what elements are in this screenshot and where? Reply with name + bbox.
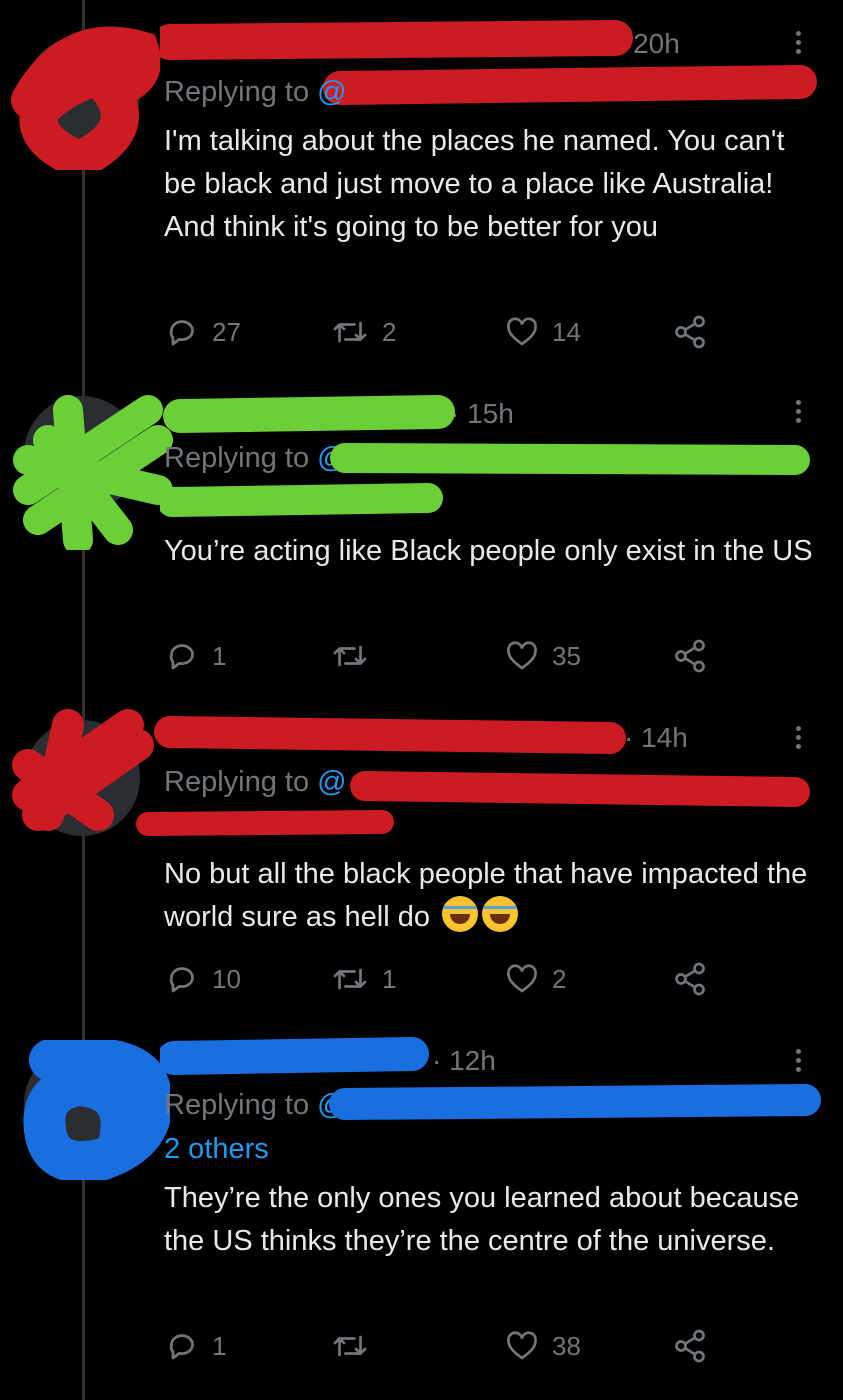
tweet-text: You’re acting like Black people only exi…	[164, 535, 813, 567]
reply-button[interactable]: 10	[164, 957, 241, 1001]
like-count: 2	[552, 963, 567, 994]
mention-link[interactable]: @	[317, 76, 346, 108]
replying-label: Replying to	[164, 76, 310, 108]
share-icon	[675, 1329, 705, 1363]
tweet-time[interactable]: · 20h	[616, 28, 680, 60]
tweet-text: I'm talking about the places he named. Y…	[164, 125, 785, 243]
retweet-button[interactable]: 1	[330, 957, 396, 1001]
like-icon	[507, 317, 537, 346]
retweet-button[interactable]	[330, 634, 382, 678]
tears-of-joy-emoji	[442, 896, 479, 932]
retweet-icon	[333, 1335, 367, 1357]
retweet-count: 2	[382, 316, 397, 347]
like-icon	[507, 964, 537, 993]
thread-line	[82, 0, 85, 1400]
avatar[interactable]	[24, 396, 140, 512]
action-bar: 1 38	[164, 1324, 724, 1368]
tweet-time[interactable]: · 15h	[450, 398, 514, 430]
tweet-text: They’re the only ones you learned about …	[164, 1182, 800, 1257]
reply-button[interactable]: 27	[164, 310, 241, 354]
tweet-text: No but all the black people that have im…	[164, 853, 824, 939]
like-count: 38	[552, 1330, 581, 1361]
share-button[interactable]	[672, 634, 708, 678]
replying-label: Replying to	[164, 442, 310, 474]
tweet-time[interactable]: · 12h	[432, 1045, 496, 1077]
like-button[interactable]: 14	[504, 310, 581, 354]
more-icon[interactable]	[783, 27, 813, 63]
avatar[interactable]	[24, 720, 140, 836]
reply-button[interactable]: 1	[164, 634, 226, 678]
reply-icon	[169, 644, 194, 670]
action-bar: 1 35	[164, 634, 724, 678]
tweet-time[interactable]: · 14h	[624, 722, 688, 754]
retweet-icon	[333, 645, 367, 667]
replying-to: Replying to @	[164, 766, 347, 799]
reply-count: 27	[212, 316, 241, 347]
mention-link[interactable]: @	[317, 766, 346, 798]
share-icon	[675, 962, 705, 996]
more-icon[interactable]	[783, 396, 813, 432]
replying-to: Replying to @	[164, 1089, 347, 1122]
share-button[interactable]	[672, 310, 708, 354]
share-button[interactable]	[672, 1324, 708, 1368]
like-icon	[507, 1331, 537, 1360]
reply-count: 1	[212, 1330, 227, 1361]
share-icon	[675, 315, 705, 349]
avatar[interactable]	[24, 1046, 140, 1162]
action-bar: 10 1 2	[164, 957, 724, 1001]
like-icon	[507, 641, 537, 670]
reply-count: 10	[212, 963, 241, 994]
retweet-count: 1	[382, 963, 397, 994]
mention-link[interactable]: @	[317, 1089, 346, 1121]
replying-label: Replying to	[164, 1089, 310, 1121]
like-button[interactable]: 38	[504, 1324, 581, 1368]
action-bar: 27 2 14	[164, 310, 724, 354]
reply-icon	[169, 320, 194, 346]
like-count: 14	[552, 316, 581, 347]
mention-link[interactable]: @	[317, 442, 346, 474]
more-icon[interactable]	[783, 1045, 813, 1081]
like-button[interactable]: 2	[504, 957, 566, 1001]
reply-icon	[169, 967, 194, 993]
share-icon	[675, 639, 705, 673]
reply-count: 1	[212, 640, 227, 671]
avatar[interactable]	[24, 36, 140, 152]
others-link[interactable]: 2 others	[164, 1133, 269, 1166]
replying-to: Replying to @	[164, 442, 347, 475]
more-icon[interactable]	[783, 722, 813, 758]
like-button[interactable]: 35	[504, 634, 581, 678]
replying-to: Replying to @	[164, 76, 347, 109]
like-count: 35	[552, 640, 581, 671]
replying-label: Replying to	[164, 766, 310, 798]
tears-of-joy-emoji	[482, 896, 519, 932]
retweet-icon	[333, 321, 367, 343]
retweet-button[interactable]: 2	[330, 310, 396, 354]
share-button[interactable]	[672, 957, 708, 1001]
reply-button[interactable]: 1	[164, 1324, 226, 1368]
retweet-button[interactable]	[330, 1324, 382, 1368]
reply-icon	[169, 1334, 194, 1360]
retweet-icon	[333, 968, 367, 990]
